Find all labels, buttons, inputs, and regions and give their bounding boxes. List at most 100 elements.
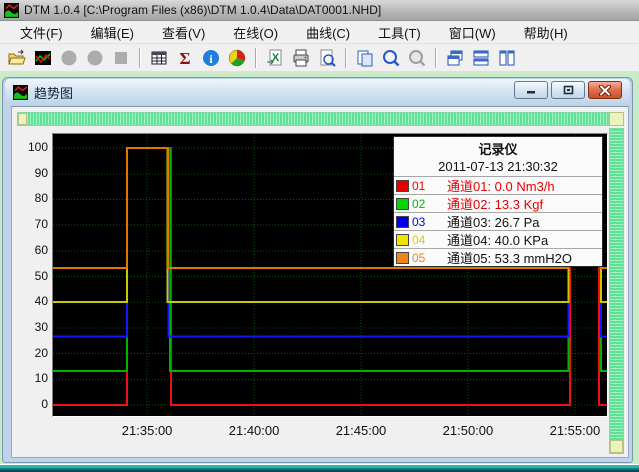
channel-color-swatch xyxy=(396,198,409,210)
dtm-application-window: DTM 1.0.4 [C:\Program Files (x86)\DTM 1.… xyxy=(0,0,639,472)
pie-chart-icon xyxy=(227,48,247,68)
record-button xyxy=(57,46,81,70)
pie-chart-button[interactable] xyxy=(225,46,249,70)
export-excel-button[interactable]: X xyxy=(263,46,287,70)
channel-color-swatch xyxy=(396,180,409,192)
open-file-icon xyxy=(7,48,27,68)
legend-box: 记录仪 2011-07-13 21:30:32 01通道01: 0.0 Nm3/… xyxy=(393,136,603,267)
tile-horizontal-icon xyxy=(471,48,491,68)
menu-item-view[interactable]: 查看(V) xyxy=(148,21,219,44)
tile-vertical-icon xyxy=(497,48,517,68)
stop-icon xyxy=(111,48,131,68)
info-button[interactable]: i xyxy=(199,46,223,70)
svg-text:Σ: Σ xyxy=(179,49,190,68)
channel-color-swatch xyxy=(396,252,409,264)
value-slider-track[interactable] xyxy=(609,128,624,454)
print-preview-icon xyxy=(317,48,337,68)
menu-item-file[interactable]: 文件(F) xyxy=(6,21,77,44)
x-tick-0: 21:35:00 xyxy=(112,424,182,438)
data-table-icon xyxy=(149,48,169,68)
close-button[interactable] xyxy=(588,81,622,99)
export-excel-icon: X xyxy=(265,48,285,68)
channel-number: 04 xyxy=(412,233,436,247)
zoom-out-button: ... xyxy=(405,46,429,70)
x-tick-3: 21:50:00 xyxy=(433,424,503,438)
print-button[interactable] xyxy=(289,46,313,70)
y-tick-50: 50 xyxy=(17,269,48,283)
value-slider-thumb[interactable] xyxy=(610,440,623,453)
channel-color-swatch xyxy=(396,216,409,228)
app-titlebar[interactable]: DTM 1.0.4 [C:\Program Files (x86)\DTM 1.… xyxy=(0,0,639,21)
y-tick-100: 100 xyxy=(17,140,48,154)
trend-window-title: 趋势图 xyxy=(34,83,73,102)
y-tick-40: 40 xyxy=(17,294,48,308)
y-tick-70: 70 xyxy=(17,217,48,231)
trend-graph-button[interactable] xyxy=(31,46,55,70)
sum-sigma-button[interactable]: Σ xyxy=(173,46,197,70)
y-tick-90: 90 xyxy=(17,166,48,180)
close-icon xyxy=(599,85,611,96)
monitor-icon xyxy=(85,48,105,68)
menu-bar: 文件(F)编辑(E)查看(V)在线(O)曲线(C)工具(T)窗口(W)帮助(H) xyxy=(0,21,639,44)
print-preview-button[interactable] xyxy=(315,46,339,70)
info-icon: i xyxy=(201,48,221,68)
sum-sigma-icon: Σ xyxy=(175,48,195,68)
toolbar: Σ i X ... xyxy=(0,44,639,73)
channel-number: 05 xyxy=(412,251,436,265)
cascade-windows-button[interactable] xyxy=(443,46,467,70)
y-tick-20: 20 xyxy=(17,346,48,360)
copy-icon xyxy=(355,48,375,68)
channel-number: 03 xyxy=(412,215,436,229)
minimize-icon xyxy=(526,85,536,95)
zoom-button[interactable] xyxy=(379,46,403,70)
channel-value-label: 通道01: 0.0 Nm3/h xyxy=(447,176,555,195)
tile-vertical-button[interactable] xyxy=(495,46,519,70)
tile-horizontal-button[interactable] xyxy=(469,46,493,70)
maximize-button[interactable] xyxy=(551,81,585,99)
y-tick-10: 10 xyxy=(17,371,48,385)
y-tick-80: 80 xyxy=(17,191,48,205)
cascade-windows-icon xyxy=(445,48,465,68)
y-tick-30: 30 xyxy=(17,320,48,334)
maximize-icon xyxy=(563,85,574,95)
trend-chart-window: 趋势图 xyxy=(2,77,633,463)
trend-graph-icon xyxy=(33,48,53,68)
window-bottom-border xyxy=(0,464,639,472)
legend-row-04: 04通道04: 40.0 KPa xyxy=(394,230,602,248)
channel-color-swatch xyxy=(396,234,409,246)
channel-value-label: 通道03: 26.7 Pa xyxy=(447,212,540,231)
y-tick-0: 0 xyxy=(17,397,48,411)
menu-item-online[interactable]: 在线(O) xyxy=(219,21,292,44)
menu-item-tools[interactable]: 工具(T) xyxy=(364,21,435,44)
slider-corner-box xyxy=(609,112,624,126)
menu-item-edit[interactable]: 编辑(E) xyxy=(77,21,148,44)
time-slider-thumb[interactable] xyxy=(18,113,27,125)
legend-timestamp: 2011-07-13 21:30:32 xyxy=(394,158,602,176)
menu-item-window[interactable]: 窗口(W) xyxy=(435,21,510,44)
zoom-icon xyxy=(381,48,401,68)
legend-row-01: 01 通道01: 0.0 Nm3/h xyxy=(394,176,602,194)
svg-text:...: ... xyxy=(417,63,421,68)
stop-button xyxy=(109,46,133,70)
app-title: DTM 1.0.4 [C:\Program Files (x86)\DTM 1.… xyxy=(24,3,381,17)
x-tick-4: 21:55:00 xyxy=(540,424,610,438)
channel-number: 01 xyxy=(412,179,436,193)
zoom-out-icon: ... xyxy=(407,48,427,68)
x-tick-1: 21:40:00 xyxy=(219,424,289,438)
menu-item-help[interactable]: 帮助(H) xyxy=(510,21,582,44)
menu-item-curve[interactable]: 曲线(C) xyxy=(292,21,364,44)
channel-value-label: 通道02: 13.3 Kgf xyxy=(447,194,543,213)
y-tick-60: 60 xyxy=(17,243,48,257)
channel-value-label: 通道05: 53.3 mmH2O xyxy=(447,248,572,267)
app-logo-icon xyxy=(4,3,19,18)
record-icon xyxy=(59,48,79,68)
legend-row-02: 02 通道02: 13.3 Kgf xyxy=(394,194,602,212)
channel-number: 02 xyxy=(412,197,436,211)
legend-row-03: 03 通道03: 26.7 Pa xyxy=(394,212,602,230)
time-slider-track[interactable] xyxy=(17,112,609,126)
copy-button[interactable] xyxy=(353,46,377,70)
minimize-button[interactable] xyxy=(514,81,548,99)
open-file-button[interactable] xyxy=(5,46,29,70)
data-table-button[interactable] xyxy=(147,46,171,70)
x-tick-2: 21:45:00 xyxy=(326,424,396,438)
